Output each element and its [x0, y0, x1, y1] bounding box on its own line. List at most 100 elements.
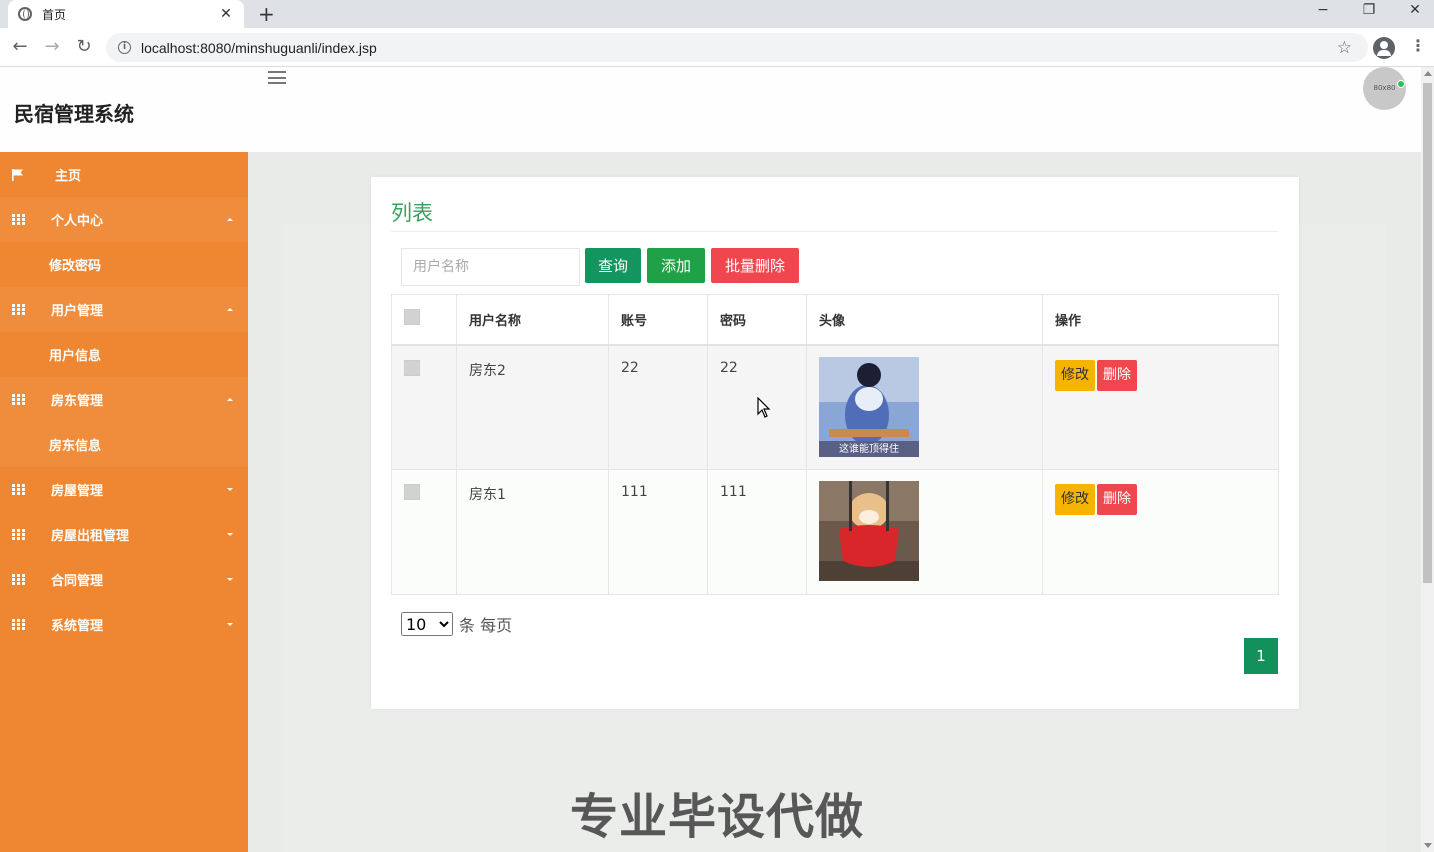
delete-button[interactable]: 删除 [1097, 484, 1137, 515]
sidebar-item-contract-mgmt[interactable]: 合同管理 [0, 557, 248, 602]
page-size-select[interactable]: 10 [401, 612, 453, 636]
column-header[interactable]: 操作 [1042, 294, 1279, 346]
tab-close-icon[interactable]: ✕ [218, 6, 234, 22]
close-window-button[interactable]: ✕ [1405, 2, 1425, 18]
page-title: 列表 [391, 201, 433, 225]
table-row: 房东1 111 111 修改 删除 [391, 469, 1279, 595]
chevron-down-icon [227, 623, 233, 626]
column-header[interactable]: 头像 [806, 294, 1043, 346]
chevron-up-icon [227, 308, 233, 311]
grid-icon [12, 214, 25, 225]
sidebar-item-label: 系统管理 [51, 619, 104, 634]
sidebar-subitem-change-password[interactable]: 修改密码 [0, 242, 248, 287]
edit-button[interactable]: 修改 [1055, 359, 1095, 391]
sidebar-subitem-landlord-info[interactable]: 房东信息 [0, 422, 248, 467]
column-header[interactable]: 密码 [707, 294, 807, 346]
query-button[interactable]: 查询 [585, 248, 641, 283]
sidebar-item-house-mgmt[interactable]: 房屋管理 [0, 467, 248, 512]
restore-button[interactable]: ❐ [1359, 2, 1379, 18]
sidebar-item-personal-center[interactable]: 个人中心 [0, 197, 248, 242]
sidebar-item-user-mgmt[interactable]: 用户管理 [0, 287, 248, 332]
reload-icon[interactable]: ↻ [74, 36, 94, 57]
cell-actions: 修改 删除 [1042, 469, 1279, 595]
browser-tab[interactable]: 首页 ✕ [8, 0, 244, 28]
new-tab-button[interactable]: + [258, 2, 275, 26]
row-select-cell [391, 344, 457, 470]
cell-account: 111 [608, 469, 708, 595]
url-field[interactable]: i localhost:8080/minshuguanli/index.jsp … [106, 33, 1368, 62]
batch-delete-button[interactable]: 批量删除 [711, 248, 799, 283]
cell-actions: 修改 删除 [1042, 344, 1279, 470]
online-status-dot [1397, 80, 1405, 88]
sidebar-item-label: 房屋管理 [51, 484, 104, 499]
chevron-down-icon [227, 578, 233, 581]
select-all-cell [391, 294, 457, 346]
tab-title: 首页 [42, 7, 67, 22]
sidebar-item-rent-mgmt[interactable]: 房屋出租管理 [0, 512, 248, 557]
pagination-page-button[interactable]: 1 [1244, 638, 1278, 674]
forward-icon[interactable]: → [42, 36, 62, 57]
list-card: 列表 查询 添加 批量删除 用户名称 账号 密码 头像 操作 房东2 22 22 [371, 177, 1299, 709]
divider [391, 231, 1279, 232]
sidebar: 主页 个人中心 修改密码 用户管理 用户信息 房东管理 房东信息 房屋管理 房屋… [0, 152, 248, 852]
search-input[interactable] [401, 248, 580, 286]
row-select-cell [391, 469, 457, 595]
app-header: 民宿管理系统 80x80 [0, 67, 1421, 152]
info-icon[interactable]: i [118, 41, 131, 54]
delete-button[interactable]: 删除 [1097, 359, 1137, 391]
cell-name: 房东1 [456, 469, 609, 595]
column-header[interactable]: 用户名称 [456, 294, 609, 346]
globe-icon [18, 7, 32, 21]
sidebar-subitem-user-info[interactable]: 用户信息 [0, 332, 248, 377]
chevron-up-icon [227, 218, 233, 221]
minimize-button[interactable]: − [1313, 2, 1333, 18]
scroll-thumb[interactable] [1423, 83, 1432, 583]
grid-icon [12, 394, 25, 405]
sidebar-item-label: 主页 [55, 169, 82, 184]
url-text[interactable]: localhost:8080/minshuguanli/index.jsp [141, 40, 1337, 56]
page-scrollbar[interactable] [1421, 67, 1434, 852]
scroll-down-icon[interactable] [1424, 843, 1432, 848]
browser-menu-icon[interactable]: ⋮ [1410, 36, 1426, 55]
edit-button[interactable]: 修改 [1055, 484, 1095, 515]
sidebar-item-label: 合同管理 [51, 574, 104, 589]
sidebar-item-home[interactable]: 主页 [0, 152, 248, 197]
select-all-checkbox[interactable] [404, 309, 420, 326]
watermark: 专业毕设代做 [570, 789, 865, 845]
bookmark-star-icon[interactable]: ☆ [1337, 38, 1352, 58]
hamburger-menu-icon[interactable] [268, 71, 286, 84]
chevron-down-icon [227, 488, 233, 491]
sidebar-item-label: 用户管理 [51, 304, 104, 319]
table-row: 房东2 22 22 这谁能顶得住 修改 删除 [391, 344, 1279, 470]
address-bar: ← → ↻ i localhost:8080/minshuguanli/inde… [0, 28, 1434, 67]
grid-icon [12, 574, 25, 585]
avatar-thumbnail-dog[interactable] [819, 481, 919, 581]
grid-icon [12, 619, 25, 630]
row-checkbox[interactable] [404, 484, 420, 500]
grid-icon [12, 529, 25, 540]
back-icon[interactable]: ← [10, 36, 30, 57]
sidebar-item-label: 个人中心 [51, 214, 104, 229]
page-size-control: 10 条 每页 [401, 612, 512, 636]
profile-icon[interactable] [1373, 37, 1395, 59]
grid-icon [12, 304, 25, 315]
cell-account: 22 [608, 344, 708, 470]
browser-tab-strip: 首页 ✕ + − ❐ ✕ [0, 0, 1434, 28]
cell-password: 111 [707, 469, 807, 595]
data-table: 用户名称 账号 密码 头像 操作 房东2 22 22 这谁能顶得住 修改 删除 … [391, 294, 1279, 595]
avatar-caption: 这谁能顶得住 [839, 442, 899, 455]
page-size-suffix: 条 每页 [459, 616, 513, 635]
sidebar-item-landlord-mgmt[interactable]: 房东管理 [0, 377, 248, 422]
grid-icon [12, 484, 25, 495]
avatar[interactable]: 80x80 [1363, 67, 1406, 110]
add-button[interactable]: 添加 [647, 248, 705, 283]
column-header[interactable]: 账号 [608, 294, 708, 346]
chevron-down-icon [227, 533, 233, 536]
avatar-thumbnail-cat[interactable]: 这谁能顶得住 [819, 356, 919, 457]
row-checkbox[interactable] [404, 359, 420, 376]
sidebar-item-system-mgmt[interactable]: 系统管理 [0, 602, 248, 647]
scroll-up-icon[interactable] [1424, 71, 1432, 76]
site-title: 民宿管理系统 [14, 102, 134, 126]
cell-avatar: 这谁能顶得住 [806, 344, 1043, 470]
chevron-up-icon [227, 398, 233, 401]
